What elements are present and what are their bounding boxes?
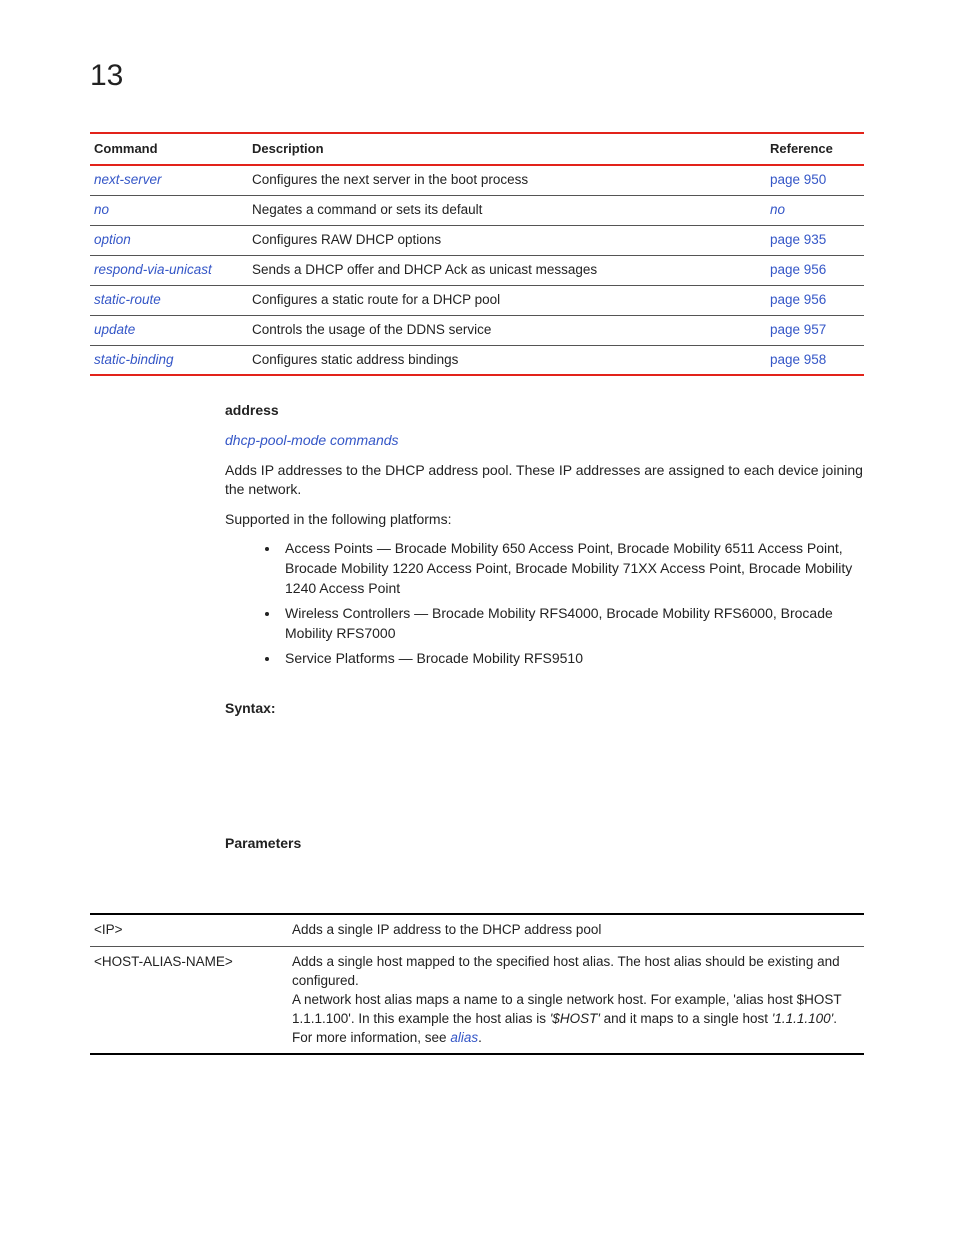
command-link[interactable]: no: [94, 202, 109, 217]
supported-text: Supported in the following platforms:: [225, 510, 864, 530]
command-link[interactable]: static-route: [94, 292, 161, 307]
command-link[interactable]: next-server: [94, 172, 162, 187]
list-item: Service Platforms — Brocade Mobility RFS…: [280, 649, 864, 669]
reference-link[interactable]: page 956: [770, 292, 826, 307]
table-row: <HOST-ALIAS-NAME> Adds a single host map…: [90, 947, 864, 1055]
param-desc: Adds a single host mapped to the specifi…: [288, 947, 864, 1055]
table-row: respond-via-unicast Sends a DHCP offer a…: [90, 255, 864, 285]
chapter-number: 13: [90, 55, 864, 97]
header-command: Command: [90, 133, 248, 165]
parameters-table: <IP> Adds a single IP address to the DHC…: [90, 913, 864, 1055]
command-link[interactable]: static-binding: [94, 352, 174, 367]
param-desc: Adds a single IP address to the DHCP add…: [288, 914, 864, 946]
header-reference: Reference: [766, 133, 864, 165]
reference-link[interactable]: page 957: [770, 322, 826, 337]
table-row: static-binding Configures static address…: [90, 345, 864, 375]
table-row: static-route Configures a static route f…: [90, 285, 864, 315]
command-desc: Configures RAW DHCP options: [248, 225, 766, 255]
command-link[interactable]: update: [94, 322, 135, 337]
section-title: address: [225, 401, 864, 421]
param-name: <IP>: [90, 914, 288, 946]
commands-table: Command Description Reference next-serve…: [90, 132, 864, 376]
command-desc: Controls the usage of the DDNS service: [248, 315, 766, 345]
command-desc: Sends a DHCP offer and DHCP Ack as unica…: [248, 255, 766, 285]
table-row: <IP> Adds a single IP address to the DHC…: [90, 914, 864, 946]
table-row: option Configures RAW DHCP options page …: [90, 225, 864, 255]
reference-link[interactable]: page 950: [770, 172, 826, 187]
alias-link[interactable]: alias: [450, 1030, 478, 1045]
command-desc: Configures a static route for a DHCP poo…: [248, 285, 766, 315]
platform-list: Access Points — Brocade Mobility 650 Acc…: [225, 539, 864, 669]
command-desc: Configures the next server in the boot p…: [248, 165, 766, 195]
breadcrumb-link[interactable]: dhcp-pool-mode commands: [225, 432, 399, 448]
table-row: next-server Configures the next server i…: [90, 165, 864, 195]
list-item: Access Points — Brocade Mobility 650 Acc…: [280, 539, 864, 598]
reference-link[interactable]: page 956: [770, 262, 826, 277]
list-item: Wireless Controllers — Brocade Mobility …: [280, 604, 864, 643]
command-desc: Negates a command or sets its default: [248, 196, 766, 226]
param-name: <HOST-ALIAS-NAME>: [90, 947, 288, 1055]
reference-link[interactable]: page 935: [770, 232, 826, 247]
syntax-heading: Syntax:: [225, 699, 864, 719]
reference-link[interactable]: page 958: [770, 352, 826, 367]
header-description: Description: [248, 133, 766, 165]
command-desc: Configures static address bindings: [248, 345, 766, 375]
table-row: update Controls the usage of the DDNS se…: [90, 315, 864, 345]
command-link[interactable]: option: [94, 232, 131, 247]
reference-link[interactable]: no: [770, 202, 785, 217]
table-row: no Negates a command or sets its default…: [90, 196, 864, 226]
command-link[interactable]: respond-via-unicast: [94, 262, 212, 277]
intro-text: Adds IP addresses to the DHCP address po…: [225, 461, 864, 500]
parameters-heading: Parameters: [225, 834, 864, 854]
